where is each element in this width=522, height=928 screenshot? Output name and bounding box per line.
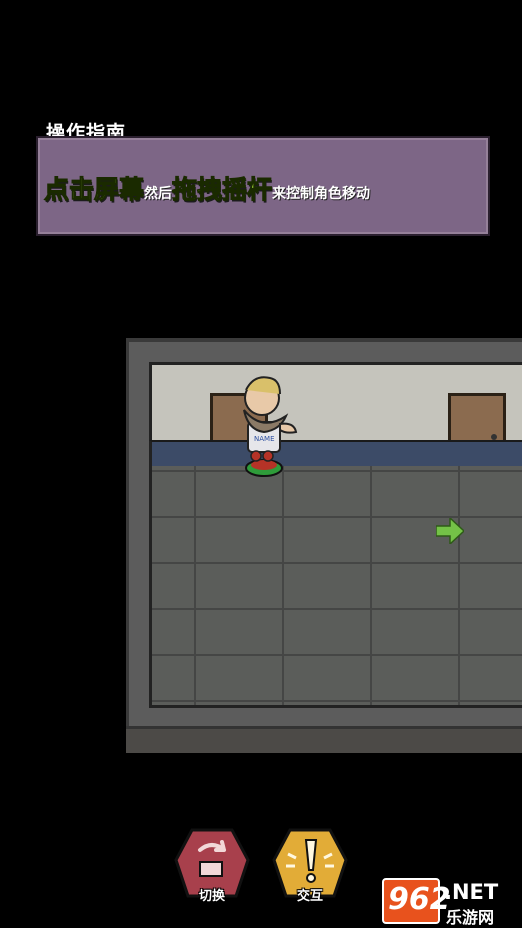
room-back-wall bbox=[149, 362, 522, 471]
room-floor[interactable] bbox=[149, 466, 522, 708]
wall-baseboard bbox=[149, 440, 522, 468]
guide-text-control-movement: 来控制角色移动 bbox=[272, 186, 371, 202]
player-character: NAME bbox=[243, 376, 298, 477]
guide-text-then: 然后 bbox=[144, 186, 173, 202]
switch-button-label: 切换 bbox=[198, 889, 225, 904]
watermark-sub: 乐游网 bbox=[446, 908, 495, 927]
watermark: 962 .NET 乐游网 bbox=[382, 878, 516, 927]
watermark-suffix: .NET bbox=[444, 880, 499, 904]
watermark-logo: 962 bbox=[382, 878, 451, 924]
exit-arrow-icon[interactable] bbox=[436, 518, 464, 544]
room-base-ledge bbox=[126, 726, 522, 753]
interact-button-label: 交互 bbox=[296, 889, 323, 904]
guide-panel: 点击屏幕然后拖拽摇杆来控制角色移动 bbox=[36, 136, 490, 236]
guide-text-tap-screen: 点击屏幕 bbox=[43, 175, 145, 205]
guide-text-drag-joystick: 拖拽摇杆 bbox=[172, 175, 273, 205]
guide-instruction: 点击屏幕然后拖拽摇杆来控制角色移动 bbox=[43, 170, 371, 206]
interact-button[interactable]: 交互 bbox=[272, 826, 348, 904]
shirt-text: NAME bbox=[254, 435, 275, 443]
switch-button[interactable]: 切换 bbox=[174, 826, 250, 904]
watermark-number: 962 bbox=[388, 882, 451, 917]
